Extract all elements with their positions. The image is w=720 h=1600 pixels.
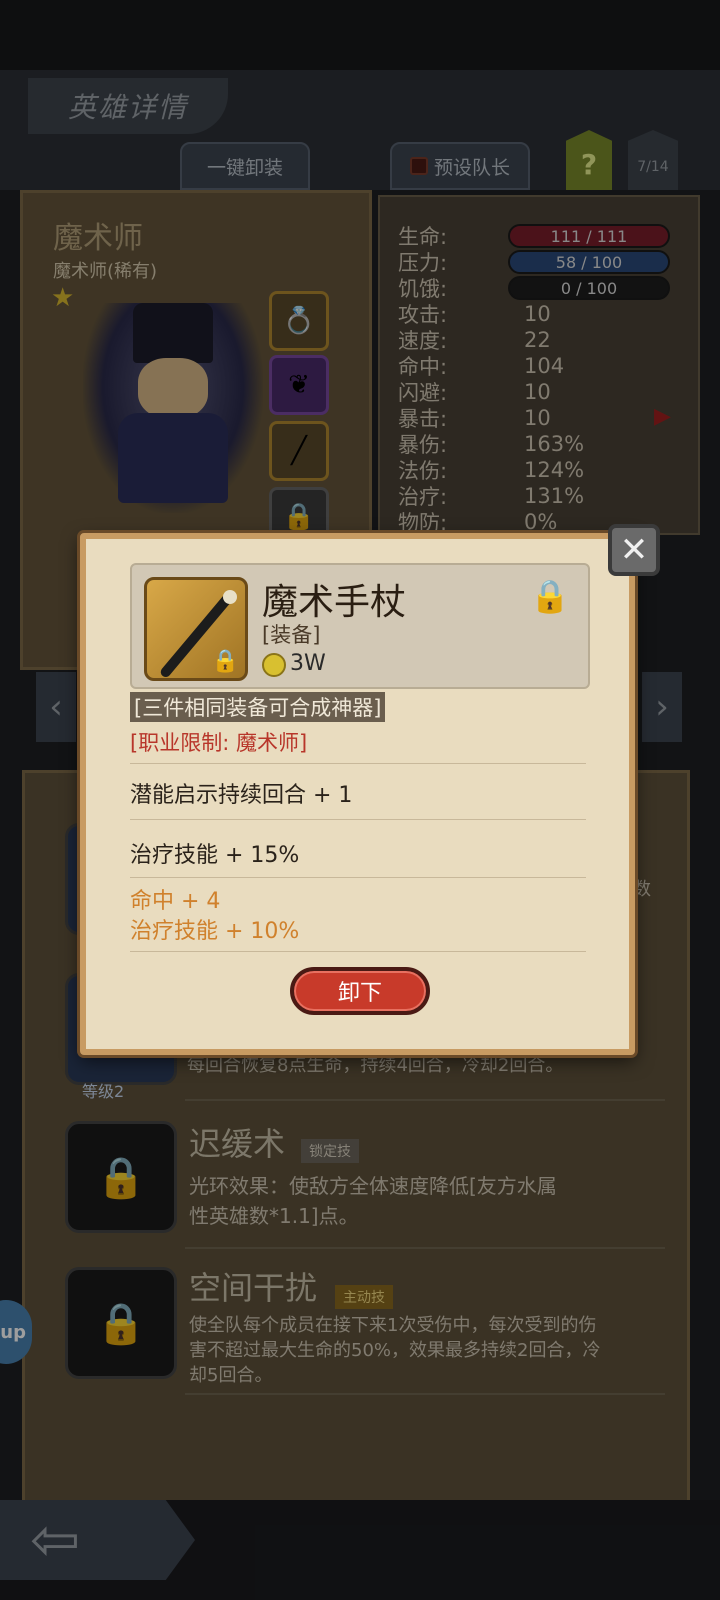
magic-staff-icon: 🔒 bbox=[144, 577, 248, 681]
item-detail-popup: 🔒 魔术手杖 [装备] 3W 🔒 [三件相同装备可合成神器] [职业限制: 魔术… bbox=[80, 533, 635, 1055]
coin-icon bbox=[262, 653, 286, 677]
divider bbox=[130, 951, 586, 952]
class-restriction: [职业限制: 魔术师] bbox=[130, 731, 308, 755]
item-type: [装备] bbox=[262, 623, 321, 647]
item-price: 3W bbox=[290, 651, 326, 676]
bonus-property: 治疗技能 + 10% bbox=[130, 919, 300, 944]
synthesis-note: [三件相同装备可合成神器] bbox=[130, 692, 386, 722]
item-name: 魔术手杖 bbox=[262, 582, 407, 623]
close-icon: ✕ bbox=[619, 530, 649, 570]
item-card: 🔒 魔术手杖 [装备] 3W 🔒 bbox=[130, 563, 590, 689]
item-property: 潜能启示持续回合 + 1 bbox=[130, 783, 353, 808]
lock-icon: 🔒 bbox=[211, 649, 239, 674]
bonus-property: 命中 + 4 bbox=[130, 889, 221, 914]
unequip-button[interactable]: 卸下 bbox=[290, 967, 430, 1015]
staff-tip bbox=[223, 590, 237, 604]
close-popup-button[interactable]: ✕ bbox=[608, 524, 660, 576]
item-lock-toggle-icon[interactable]: 🔒 bbox=[530, 577, 570, 615]
divider bbox=[130, 763, 586, 764]
divider bbox=[130, 819, 586, 820]
item-property: 治疗技能 + 15% bbox=[130, 843, 300, 868]
divider bbox=[130, 877, 586, 878]
